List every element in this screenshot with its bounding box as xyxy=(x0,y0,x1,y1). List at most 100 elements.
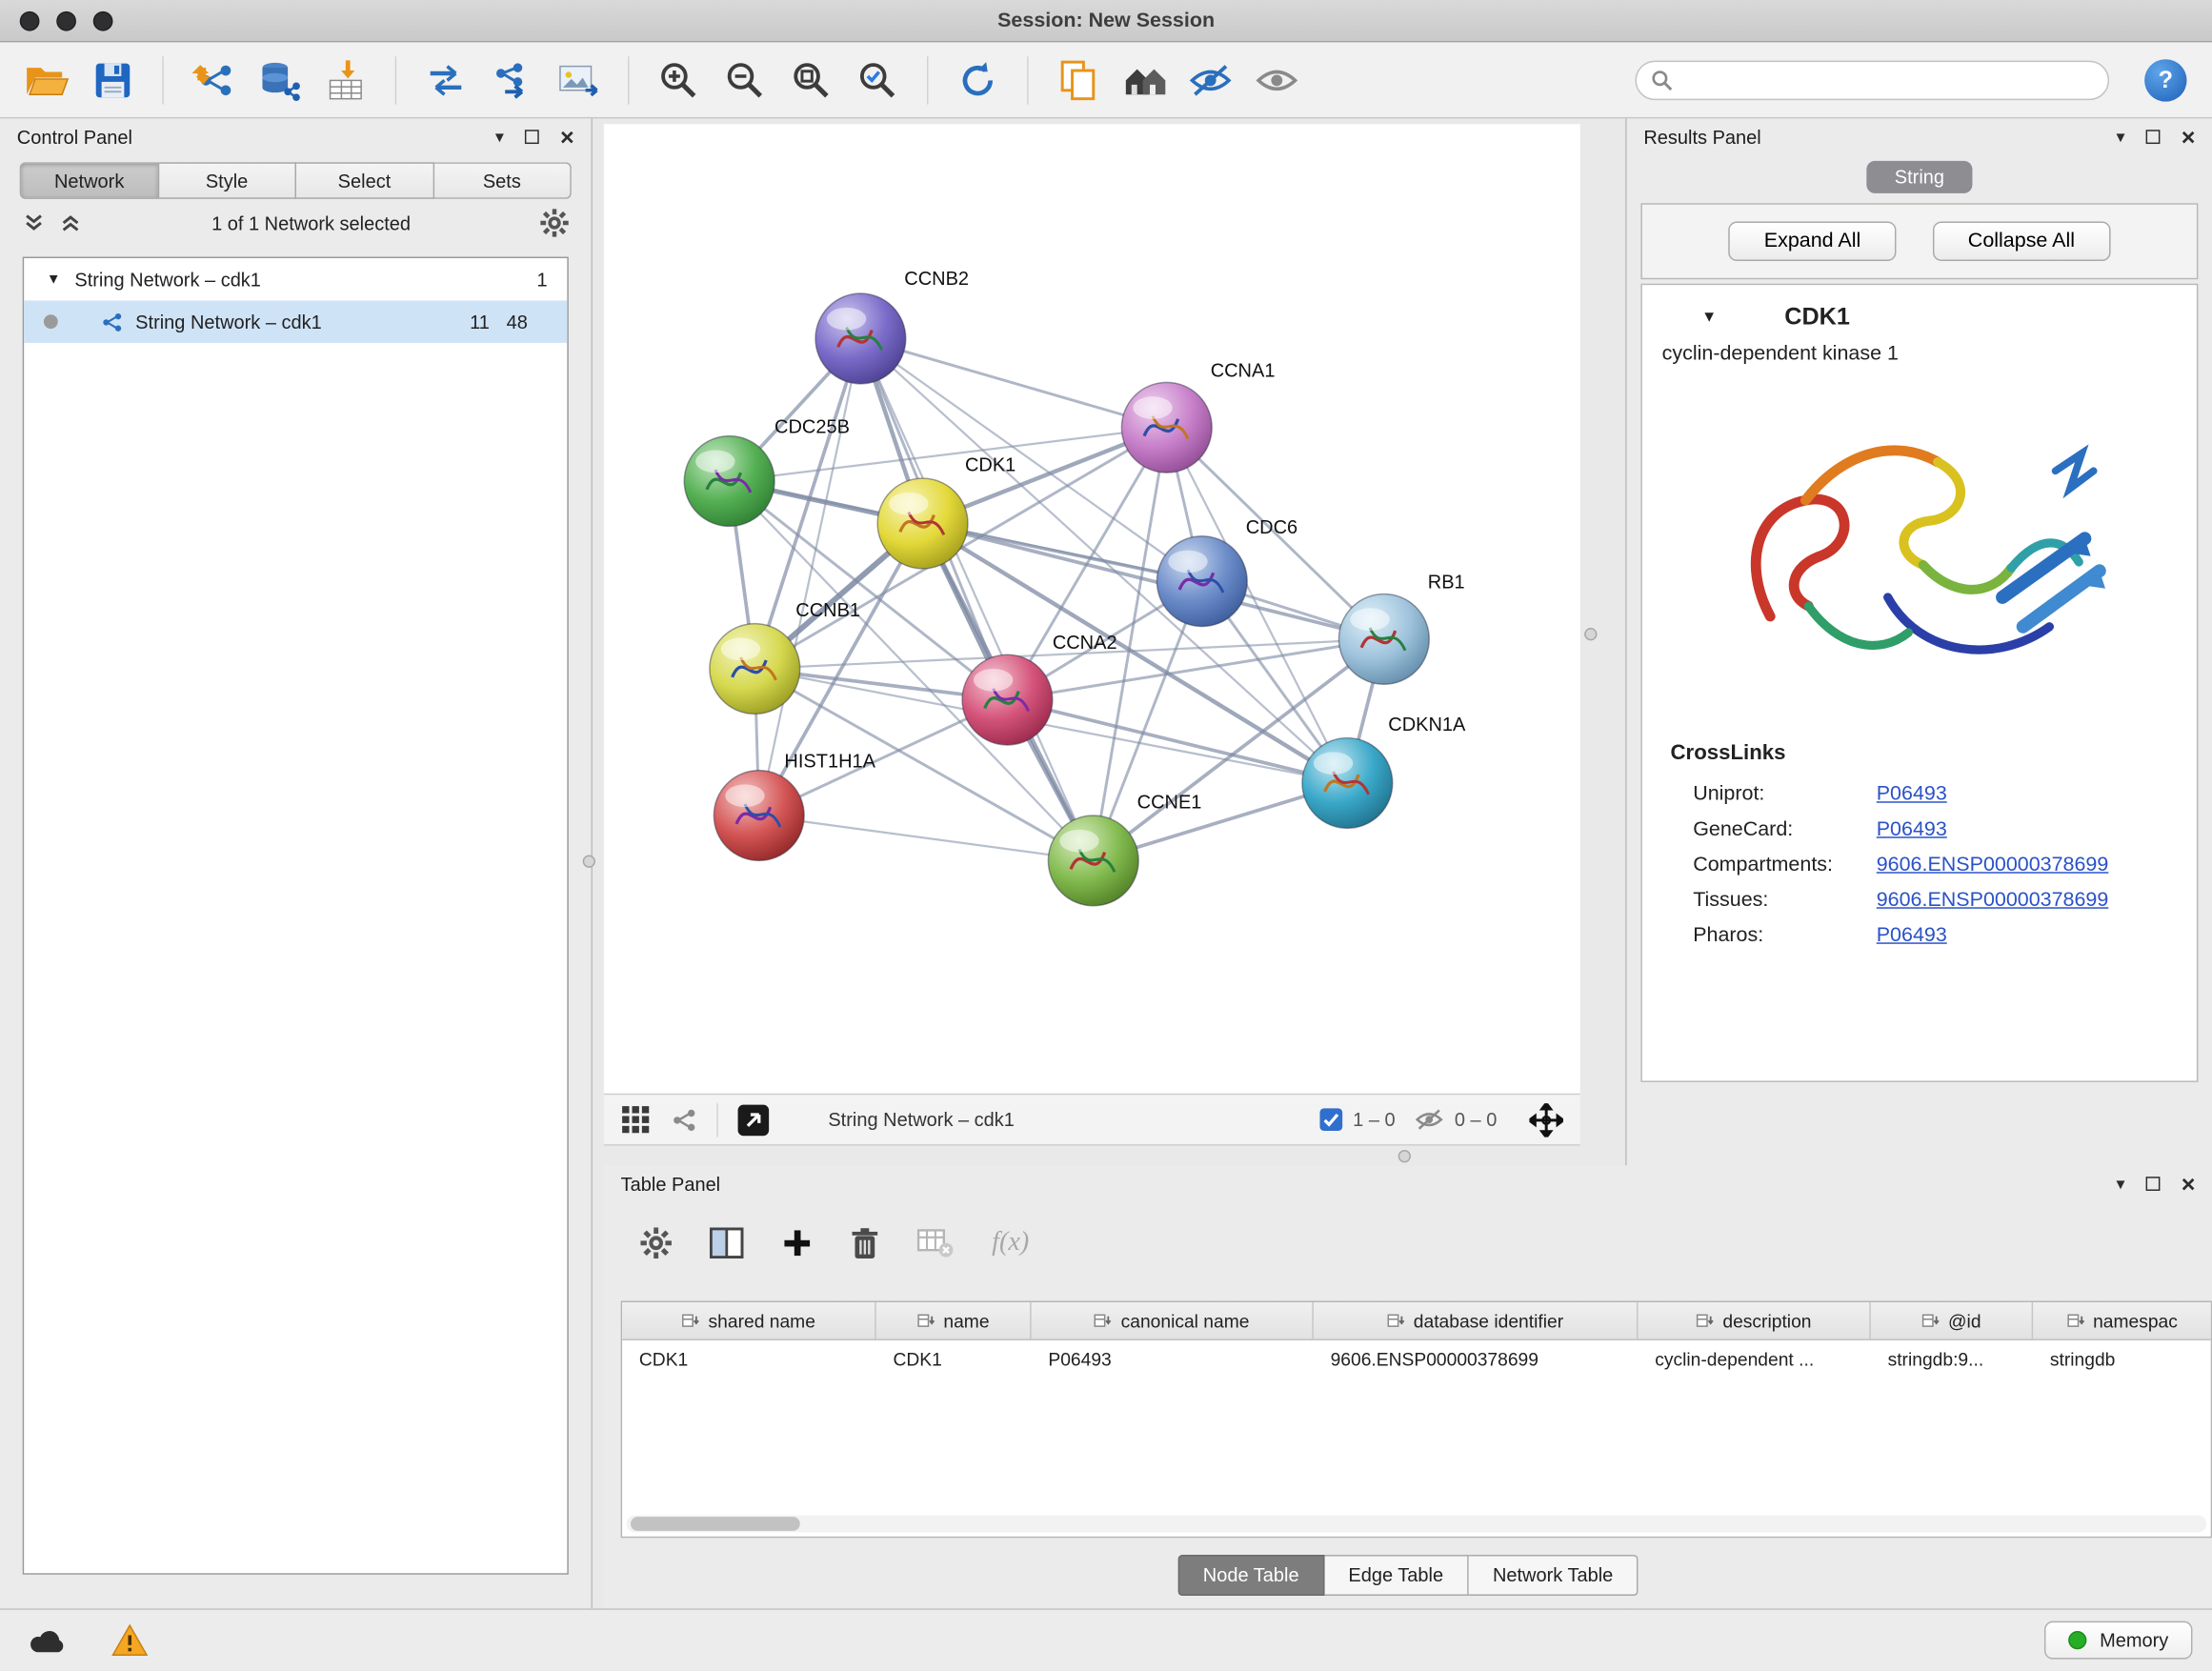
network-graph[interactable]: CCNB2CCNA1CDC25BCDK1CDC6RB1CCNB1CCNA2CDK… xyxy=(604,124,1580,1093)
zoom-selected-button[interactable] xyxy=(851,51,904,108)
function-builder-button[interactable]: f(x) xyxy=(992,1227,1029,1258)
network-row[interactable]: String Network – cdk1 11 48 xyxy=(24,300,567,342)
show-all-button[interactable] xyxy=(1250,51,1303,108)
column-header[interactable]: description xyxy=(1638,1302,1870,1339)
column-header[interactable]: shared name xyxy=(622,1302,876,1339)
tab-network[interactable]: Network xyxy=(20,162,159,199)
table-row[interactable]: CDK1 CDK1 P06493 9606.ENSP00000378699 cy… xyxy=(622,1340,2211,1379)
gear-icon[interactable] xyxy=(540,209,569,237)
maximize-panel-button[interactable] xyxy=(2146,130,2161,144)
close-panel-button[interactable]: × xyxy=(560,125,574,149)
close-panel-button[interactable]: × xyxy=(2182,125,2196,149)
hide-selected-button[interactable] xyxy=(1184,51,1237,108)
tab-network-table[interactable]: Network Table xyxy=(1469,1555,1639,1596)
import-network-file-icon xyxy=(191,60,233,99)
network-canvas[interactable]: CCNB2CCNA1CDC25BCDK1CDC6RB1CCNB1CCNA2CDK… xyxy=(604,124,1580,1093)
zoom-traffic-light[interactable] xyxy=(93,11,113,31)
splitter-handle[interactable] xyxy=(1398,1150,1411,1162)
float-panel-button[interactable]: ▾ xyxy=(495,129,504,146)
collapse-all-icon[interactable] xyxy=(59,211,82,234)
tab-sets[interactable]: Sets xyxy=(433,162,571,199)
tab-style[interactable]: Style xyxy=(159,162,296,199)
cell-name[interactable]: CDK1 xyxy=(876,1340,1032,1379)
expand-all-button[interactable]: Expand All xyxy=(1729,222,1897,261)
open-session-button[interactable] xyxy=(20,51,73,108)
export-image-button[interactable] xyxy=(552,51,605,108)
help-button[interactable]: ? xyxy=(2144,58,2186,100)
external-link-icon[interactable] xyxy=(736,1102,771,1137)
import-network-file-button[interactable] xyxy=(186,51,239,108)
fit-content-icon[interactable] xyxy=(1529,1102,1563,1137)
memory-button[interactable]: Memory xyxy=(2044,1621,2192,1660)
table-settings-gear-icon[interactable] xyxy=(640,1227,672,1258)
column-header[interactable]: @id xyxy=(1871,1302,2033,1339)
crosslink-value[interactable]: P06493 xyxy=(1877,817,1947,840)
tab-select[interactable]: Select xyxy=(296,162,433,199)
svg-text:HIST1H1A: HIST1H1A xyxy=(784,752,875,773)
network-database-icon xyxy=(258,58,300,100)
cell-canonical-name[interactable]: P06493 xyxy=(1032,1340,1314,1379)
zoom-fit-icon xyxy=(790,58,832,100)
network-view-title: String Network – cdk1 xyxy=(828,1109,1015,1130)
float-panel-button[interactable]: ▾ xyxy=(2117,129,2125,146)
crosslink-value[interactable]: 9606.ENSP00000378699 xyxy=(1877,888,2109,911)
home-button[interactable] xyxy=(1117,51,1171,108)
column-header[interactable]: canonical name xyxy=(1032,1302,1314,1339)
column-header[interactable]: database identifier xyxy=(1314,1302,1639,1339)
table-tabs: Node Table Edge Table Network Table xyxy=(604,1555,2212,1596)
tab-node-table[interactable]: Node Table xyxy=(1177,1555,1324,1596)
string-tab[interactable]: String xyxy=(1866,161,1972,193)
scrollbar-thumb[interactable] xyxy=(631,1517,800,1531)
minimize-traffic-light[interactable] xyxy=(56,11,76,31)
import-table-button[interactable] xyxy=(319,51,372,108)
crosslink-value[interactable]: P06493 xyxy=(1877,782,1947,805)
search-field[interactable] xyxy=(1635,60,2109,99)
splitter-handle[interactable] xyxy=(583,855,595,867)
cell-description[interactable]: cyclin-dependent ... xyxy=(1638,1340,1870,1379)
horizontal-scrollbar[interactable] xyxy=(627,1516,2207,1533)
zoom-out-button[interactable] xyxy=(718,51,772,108)
crosslink-value[interactable]: 9606.ENSP00000378699 xyxy=(1877,853,2109,876)
save-session-button[interactable] xyxy=(86,51,139,108)
clear-table-icon-disabled[interactable] xyxy=(917,1227,955,1258)
selected-checkbox-icon[interactable] xyxy=(1319,1108,1343,1132)
warnings-button[interactable] xyxy=(102,1619,158,1661)
zoom-fit-button[interactable] xyxy=(784,51,837,108)
network-collection-row[interactable]: ▼ String Network – cdk1 1 xyxy=(24,258,567,300)
cell-shared-name[interactable]: CDK1 xyxy=(622,1340,876,1379)
network-overview-icon[interactable] xyxy=(670,1105,698,1134)
column-header[interactable]: namespac xyxy=(2033,1302,2211,1339)
duplicate-document-button[interactable] xyxy=(1051,51,1104,108)
add-column-icon[interactable] xyxy=(781,1227,813,1258)
close-traffic-light[interactable] xyxy=(20,11,40,31)
memory-status-dot xyxy=(2068,1631,2086,1649)
maximize-panel-button[interactable] xyxy=(525,130,539,144)
cell-database-identifier[interactable]: 9606.ENSP00000378699 xyxy=(1314,1340,1639,1379)
delete-column-trash-icon[interactable] xyxy=(851,1227,879,1259)
crosslink-value[interactable]: P06493 xyxy=(1877,923,1947,946)
birdseye-grid-icon[interactable] xyxy=(621,1104,653,1136)
cloud-button[interactable] xyxy=(20,1619,76,1661)
disclosure-triangle-icon[interactable]: ▼ xyxy=(24,272,60,287)
zoom-in-button[interactable] xyxy=(652,51,705,108)
float-panel-button[interactable]: ▾ xyxy=(2117,1176,2125,1193)
tab-edge-table[interactable]: Edge Table xyxy=(1324,1555,1469,1596)
entry-disclosure-icon[interactable]: ▼ xyxy=(1701,309,1717,326)
column-header[interactable]: name xyxy=(876,1302,1032,1339)
cell-id[interactable]: stringdb:9... xyxy=(1871,1340,2033,1379)
collapse-all-button[interactable]: Collapse All xyxy=(1933,222,2110,261)
select-columns-icon[interactable] xyxy=(710,1227,744,1258)
maximize-panel-button[interactable] xyxy=(2146,1177,2161,1191)
search-input[interactable] xyxy=(1681,70,2093,91)
new-network-from-selection-button[interactable] xyxy=(485,51,538,108)
title-bar: Session: New Session xyxy=(0,0,2212,42)
hidden-eye-slash-icon[interactable] xyxy=(1414,1108,1445,1132)
splitter-handle[interactable] xyxy=(1584,628,1597,640)
close-panel-button[interactable]: × xyxy=(2182,1172,2196,1196)
refresh-button[interactable] xyxy=(951,51,1004,108)
cell-namespace[interactable]: stringdb xyxy=(2033,1340,2211,1379)
first-neighbors-button[interactable] xyxy=(419,51,473,108)
expand-all-icon[interactable] xyxy=(23,211,46,234)
gene-name: CDK1 xyxy=(1784,303,1850,332)
import-network-database-button[interactable] xyxy=(252,51,306,108)
